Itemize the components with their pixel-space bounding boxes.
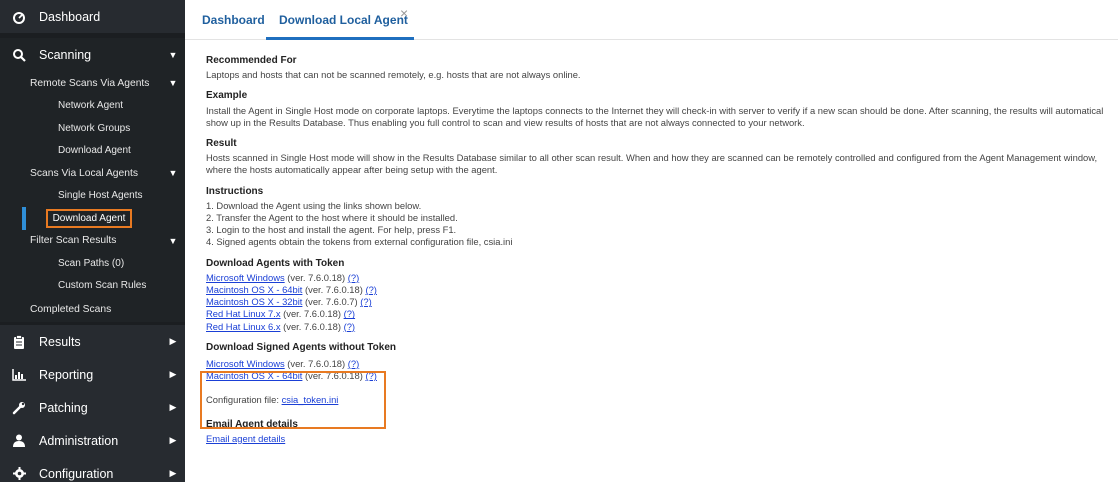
- caret-right-icon: ▶: [169, 369, 177, 379]
- help-link[interactable]: (?): [348, 358, 359, 369]
- nav-scan-paths[interactable]: Scan Paths (0): [0, 252, 185, 275]
- nav-single-host-agents[interactable]: Single Host Agents: [0, 185, 185, 208]
- instruction-item: 4. Signed agents obtain the tokens from …: [206, 236, 513, 248]
- download-link[interactable]: Macintosh OS X - 32bit: [206, 296, 302, 307]
- download-row: Microsoft Windows (ver. 7.6.0.18) (?): [206, 358, 360, 370]
- section-heading: Download Signed Agents without Token: [206, 341, 396, 353]
- active-tab-indicator: [266, 37, 414, 40]
- instruction-item: 2. Transfer the Agent to the host where …: [206, 212, 458, 224]
- section-text: Install the Agent in Single Host mode on…: [206, 104, 1104, 116]
- sidebar: Dashboard Scanning ▼ Remote Scans Via Ag…: [0, 0, 185, 482]
- nav-download-agent-remote[interactable]: Download Agent: [0, 140, 185, 163]
- caret-down-icon: ▼: [168, 168, 178, 179]
- caret-down-icon: ▼: [168, 78, 178, 89]
- help-link[interactable]: (?): [360, 296, 371, 307]
- nav-remote-scans[interactable]: Remote Scans Via Agents ▼: [0, 72, 185, 95]
- nav-scanning[interactable]: Scanning ▼: [0, 38, 185, 72]
- section-heading: Recommended For: [206, 55, 297, 66]
- section-heading: Download Agents with Token: [206, 257, 345, 269]
- help-link[interactable]: (?): [365, 284, 376, 295]
- signed-agents-highlight: [200, 371, 386, 429]
- download-link[interactable]: Red Hat Linux 6.x: [206, 321, 281, 332]
- nav-patching[interactable]: Patching ▶: [0, 391, 185, 424]
- download-row: Red Hat Linux 6.x (ver. 7.6.0.18) (?): [206, 320, 356, 332]
- caret-down-icon: ▼: [168, 50, 178, 60]
- instruction-item: 3. Login to the host and install the age…: [206, 224, 457, 236]
- close-icon[interactable]: ×: [400, 5, 408, 21]
- gear-icon: [12, 467, 26, 481]
- nav-results[interactable]: Results ▶: [0, 325, 185, 358]
- nav-network-agent[interactable]: Network Agent: [0, 95, 185, 118]
- section-heading: Example: [206, 90, 248, 102]
- nav-dashboard-label: Dashboard: [39, 9, 101, 24]
- tachometer-icon: [12, 10, 26, 24]
- section-text: Laptops and hosts that can not be scanne…: [206, 69, 581, 81]
- tab-download-local-agent[interactable]: Download Local Agent: [279, 0, 408, 40]
- instruction-item: 1. Download the Agent using the links sh…: [206, 199, 422, 211]
- download-link[interactable]: Red Hat Linux 7.x: [206, 308, 281, 319]
- download-row: Red Hat Linux 7.x (ver. 7.6.0.18) (?): [206, 308, 356, 320]
- nav-completed-scans[interactable]: Completed Scans: [0, 297, 185, 322]
- clipboard-icon: [12, 334, 26, 349]
- download-link[interactable]: Microsoft Windows: [206, 272, 285, 283]
- download-link[interactable]: Microsoft Windows: [206, 358, 285, 369]
- nav-administration[interactable]: Administration ▶: [0, 424, 185, 457]
- nav-reporting[interactable]: Reporting ▶: [0, 358, 185, 391]
- download-link[interactable]: Macintosh OS X - 64bit: [206, 284, 302, 295]
- help-link[interactable]: (?): [344, 308, 355, 319]
- nav-network-groups[interactable]: Network Groups: [0, 117, 185, 140]
- download-row: Macintosh OS X - 32bit (ver. 7.6.0.7) (?…: [206, 296, 372, 308]
- section-text: where the hosts automatically appear aft…: [206, 164, 498, 176]
- wrench-icon: [12, 401, 26, 415]
- nav-download-agent-local[interactable]: Download Agent: [0, 207, 185, 230]
- help-link[interactable]: (?): [348, 272, 359, 283]
- caret-right-icon: ▶: [169, 402, 177, 412]
- active-indicator: [22, 207, 26, 230]
- nav-scans-local[interactable]: Scans Via Local Agents ▼: [0, 162, 185, 185]
- caret-right-icon: ▶: [169, 435, 177, 445]
- chart-icon: [12, 368, 26, 382]
- tab-dashboard[interactable]: Dashboard: [202, 0, 265, 40]
- caret-right-icon: ▶: [169, 468, 177, 478]
- nav-configuration[interactable]: Configuration ▶: [0, 457, 185, 482]
- email-agent-details-link[interactable]: Email agent details: [206, 433, 285, 444]
- caret-right-icon: ▶: [169, 336, 177, 346]
- search-icon: [12, 48, 26, 62]
- help-link[interactable]: (?): [344, 321, 355, 332]
- download-row: Microsoft Windows (ver. 7.6.0.18) (?): [206, 271, 360, 283]
- download-row: Macintosh OS X - 64bit (ver. 7.6.0.18) (…: [206, 284, 377, 296]
- tab-bar: Dashboard Download Local Agent ×: [185, 0, 1118, 40]
- nav-custom-scan-rules[interactable]: Custom Scan Rules: [0, 275, 185, 298]
- section-heading: Instructions: [206, 185, 264, 197]
- user-icon: [12, 434, 26, 448]
- section-text: Hosts scanned in Single Host mode will s…: [206, 152, 1098, 164]
- caret-down-icon: ▼: [168, 235, 178, 246]
- section-heading: Result: [206, 138, 237, 150]
- nav-filter-scan-results[interactable]: Filter Scan Results ▼: [0, 230, 185, 253]
- nav-dashboard[interactable]: Dashboard: [0, 0, 185, 33]
- nav-scanning-label: Scanning: [39, 48, 92, 62]
- download-list-with-token: Microsoft Windows (ver. 7.6.0.18) (?) Ma…: [206, 272, 1118, 333]
- nav-download-agent-local-label: Download Agent: [46, 209, 132, 228]
- section-text: show up in the Results Database. Thus en…: [206, 116, 805, 128]
